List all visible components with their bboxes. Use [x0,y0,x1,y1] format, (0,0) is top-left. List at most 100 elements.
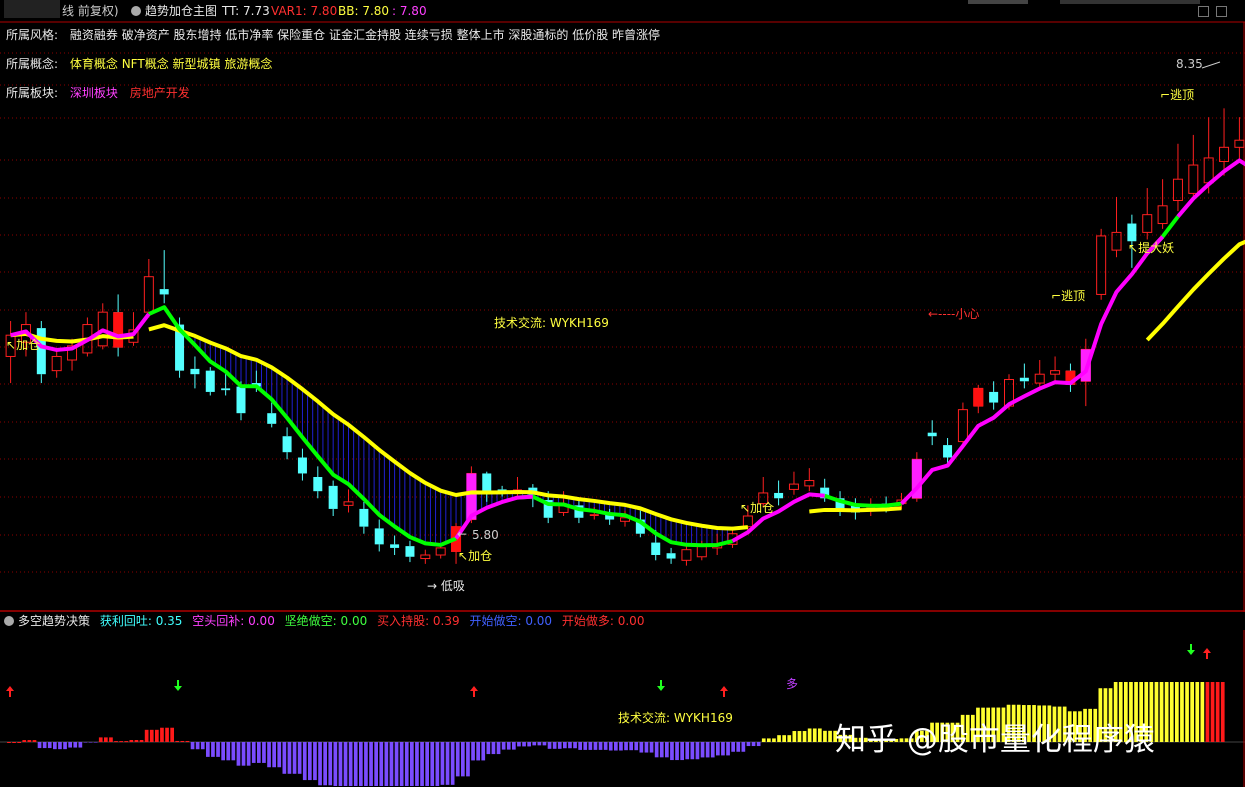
candle-body-up [742,515,753,528]
macd-bar [823,730,827,742]
macd-bar [42,742,47,749]
macd-bar [542,742,547,746]
macd-bar [537,742,542,746]
short-cover-value: 空头回补: 0.00 [192,614,275,628]
macd-bar [195,742,200,750]
macd-bar [144,729,149,742]
macd-bar [455,742,460,777]
macd-bar [445,742,450,785]
style-row: 所属风格: 融资融券 破净资产 股东增持 低市净率 保险重仓 证金汇金持股 连续… [6,26,660,43]
candle-body-up [1234,139,1245,148]
macd-bar [17,742,21,743]
macd-bar [1200,682,1205,742]
macd-bar [190,742,195,750]
macd-bar [583,742,588,750]
macd-bar [665,742,669,758]
candle-body-up [1203,157,1214,184]
macd-bar [374,742,378,786]
candle-body-up [1219,146,1230,162]
macd-bar [410,742,414,786]
macd-bar [364,742,368,786]
signal-candle-red [973,388,984,407]
macd-bar [297,742,302,774]
macd-bar [608,742,613,751]
macd-bar [547,742,552,749]
catch-demon-label: ↖提大妖 [1128,241,1175,255]
chevron-down-icon[interactable] [4,616,14,626]
candle-body-down [390,544,400,548]
macd-bar [1169,682,1174,742]
macd-bar [573,742,577,749]
style-value: 融资融券 破净资产 股东增持 低市净率 保险重仓 证金汇金持股 连续亏损 整体上… [69,28,661,42]
candle-body-up [435,547,446,556]
macd-bar [557,742,562,749]
macd-bar [333,742,338,786]
candle-body-down [297,457,307,474]
macd-bar [139,740,144,742]
macd-bar [726,742,730,756]
buy-hold-value: 买入持股: 0.39 [377,614,460,628]
macd-bar [1180,682,1184,742]
concept-row: 所属概念: 体育概念 NFT概念 新型城镇 旅游概念 [6,55,272,72]
candle-body-down [236,386,246,414]
candle-body-up [51,355,62,372]
candle-body-down [159,289,169,295]
macd-bar [185,740,190,742]
macd-bar [7,742,11,743]
candle-body-down [374,528,384,545]
macd-bar [93,742,98,743]
macd-bar [37,742,42,749]
sub-panel-name[interactable]: 多空趋势决策 [18,614,90,628]
candle-body-up [1050,370,1061,375]
macd-bar [246,742,251,766]
macd-bar [180,740,185,742]
macd-bar [629,742,633,751]
candle-body-up [1157,205,1168,225]
low-buy-label: → 低吸 [427,579,465,593]
macd-bar [404,742,409,786]
macd-bar [578,742,582,750]
macd-bar [302,742,307,781]
macd-bar [292,742,297,774]
macd-bar [129,740,134,742]
macd-bar [73,742,78,748]
concept-key: 所属概念: [6,57,59,71]
candle-body-up [957,409,968,443]
macd-bar [353,742,358,786]
macd-bar [506,742,511,750]
macd-bar [649,742,654,753]
macd-bar [731,742,735,752]
macd-bar [522,742,526,747]
macd-bar [98,737,103,742]
macd-bar [267,742,271,768]
firm-short-value: 坚绝做空: 0.00 [284,614,368,628]
candle-body-up [804,480,815,487]
macd-bar [736,742,741,752]
macd-bar [746,742,751,747]
down-arrow-icon [174,680,182,691]
macd-bar [512,742,516,750]
candle-body-up [1034,373,1045,384]
macd-bar [690,742,695,760]
macd-bar [32,740,37,742]
jiacang-label-3: ↖加仓 [740,501,775,515]
candle-body-up [1188,164,1199,194]
escape-top-label-1: ⌐逃顶 [1160,88,1195,102]
candle-body-down [267,413,277,424]
macd-bar [160,727,164,742]
candle-body-down [666,553,676,559]
candle-body-down [651,542,661,555]
macd-bar [1185,682,1189,742]
macd-bar [639,742,644,753]
macd-bar [175,740,180,742]
candle-body-up [788,483,799,490]
macd-bar [394,742,399,786]
macd-bar [236,742,241,766]
candle-body-down [190,368,200,375]
low-price-arrow: ← [457,527,468,541]
macd-bar [716,742,720,756]
jiacang-label-2: ↖加仓 [458,549,493,563]
macd-bar [593,742,598,750]
start-short-value: 开始做空: 0.00 [469,614,553,628]
macd-bar [481,742,486,761]
